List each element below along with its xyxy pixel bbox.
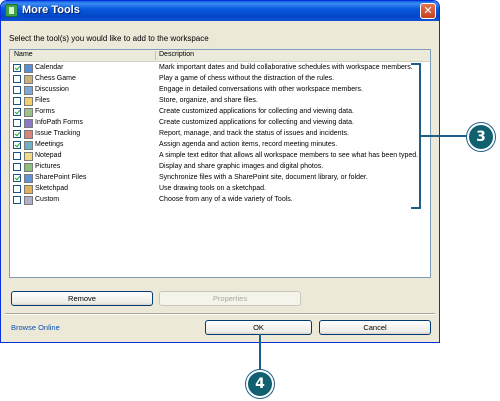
tool-description: Mark important dates and build collabora… [159,64,413,71]
callout-4-connector [259,334,261,372]
infopath-icon [24,119,33,128]
tool-checkbox[interactable] [13,163,21,171]
tool-description: Display and share graphic images and dig… [159,163,324,170]
tool-description: Use drawing tools on a sketchpad. [159,185,267,192]
tool-checkbox[interactable] [13,141,21,149]
tool-description: Engage in detailed conversations with ot… [159,86,363,93]
tool-description: Report, manage, and track the status of … [159,130,349,137]
forms-icon [24,108,33,117]
tool-checkbox[interactable] [13,97,21,105]
tool-checkbox[interactable] [13,130,21,138]
callout-3-connector [421,135,467,137]
calendar-icon [24,64,33,73]
tool-description: Create customized applications for colle… [159,119,354,126]
dialog-title: More Tools [22,4,80,16]
list-item[interactable]: Discussion Engage in detailed conversatio… [10,85,430,96]
more-tools-dialog: More Tools ✕ Select the tool(s) you woul… [0,0,440,343]
tool-name: SharePoint Files [35,174,87,181]
title-bar[interactable]: More Tools ✕ [1,1,439,21]
tool-name: Forms [35,108,55,115]
column-header-description[interactable]: Description [159,51,194,58]
tool-name: InfoPath Forms [35,119,83,126]
tool-checkbox[interactable] [13,108,21,116]
tool-name: Sketchpad [35,185,69,192]
ok-button[interactable]: OK [205,320,312,335]
list-item[interactable]: Chess Game Play a game of chess without t… [10,74,430,85]
instruction-text: Select the tool(s) you would like to add… [9,34,209,43]
sharepoint-icon [24,174,33,183]
list-item[interactable]: Issue Tracking Report, manage, and track … [10,129,430,140]
pictures-icon [24,163,33,172]
tool-description: Create customized applications for colle… [159,108,354,115]
tool-name: Meetings [35,141,64,148]
tool-description: A simple text editor that allows all wor… [159,152,419,159]
tools-list: Name Description Calendar Mark important … [9,49,431,278]
column-header-name[interactable]: Name [14,51,33,58]
tool-name: Calendar [35,64,64,71]
app-icon [5,4,18,17]
close-button[interactable]: ✕ [420,3,436,19]
list-item[interactable]: Custom Choose from any of a wide variety … [10,195,430,206]
tool-name: Pictures [35,163,61,170]
discussion-icon [24,86,33,95]
tool-description: Play a game of chess without the distrac… [159,75,335,82]
list-item[interactable]: Pictures Display and share graphic images… [10,162,430,173]
column-divider[interactable] [155,51,156,60]
callout-step-3: 3 [467,123,495,151]
tool-name: Discussion [35,86,69,93]
custom-icon [24,196,33,205]
notepad-icon [24,152,33,161]
tool-checkbox[interactable] [13,174,21,182]
tool-description: Assign agenda and action items, record m… [159,141,338,148]
callout-bracket [411,63,421,209]
remove-button[interactable]: Remove [11,291,153,306]
tool-checkbox[interactable] [13,152,21,160]
sketchpad-icon [24,185,33,194]
list-item[interactable]: Notepad A simple text editor that allows … [10,151,430,162]
tool-name: Custom [35,196,60,203]
files-icon [24,97,33,106]
tool-checkbox[interactable] [13,75,21,83]
tool-checkbox[interactable] [13,86,21,94]
chess-icon [24,75,33,84]
meetings-icon [24,141,33,150]
tool-name: Chess Game [35,75,76,82]
list-item[interactable]: InfoPath Forms Create customized applicat… [10,118,430,129]
tool-checkbox[interactable] [13,185,21,193]
tool-checkbox[interactable] [13,119,21,127]
list-header: Name Description [10,50,430,62]
tool-description: Synchronize files with a SharePoint site… [159,174,368,181]
callout-step-4: 4 [246,370,274,398]
list-item[interactable]: Forms Create customized applications for … [10,107,430,118]
tool-checkbox[interactable] [13,196,21,204]
list-item[interactable]: Files Store, organize, and share files. [10,96,430,107]
tool-name: Notepad [35,152,62,159]
list-item[interactable]: Meetings Assign agenda and action items, … [10,140,430,151]
tool-name: Issue Tracking [35,130,81,137]
issue-tracking-icon [24,130,33,139]
divider [5,313,435,315]
cancel-button[interactable]: Cancel [319,320,431,335]
browse-online-link[interactable]: Browse Online [11,323,60,332]
tool-name: Files [35,97,50,104]
list-item[interactable]: Sketchpad Use drawing tools on a sketchpa… [10,184,430,195]
list-item[interactable]: SharePoint Files Synchronize files with a… [10,173,430,184]
tool-description: Store, organize, and share files. [159,97,258,104]
list-item[interactable]: Calendar Mark important dates and build c… [10,63,430,74]
tool-description: Choose from any of a wide variety of Too… [159,196,293,203]
properties-button[interactable]: Properties [159,291,301,306]
tool-checkbox[interactable] [13,64,21,72]
